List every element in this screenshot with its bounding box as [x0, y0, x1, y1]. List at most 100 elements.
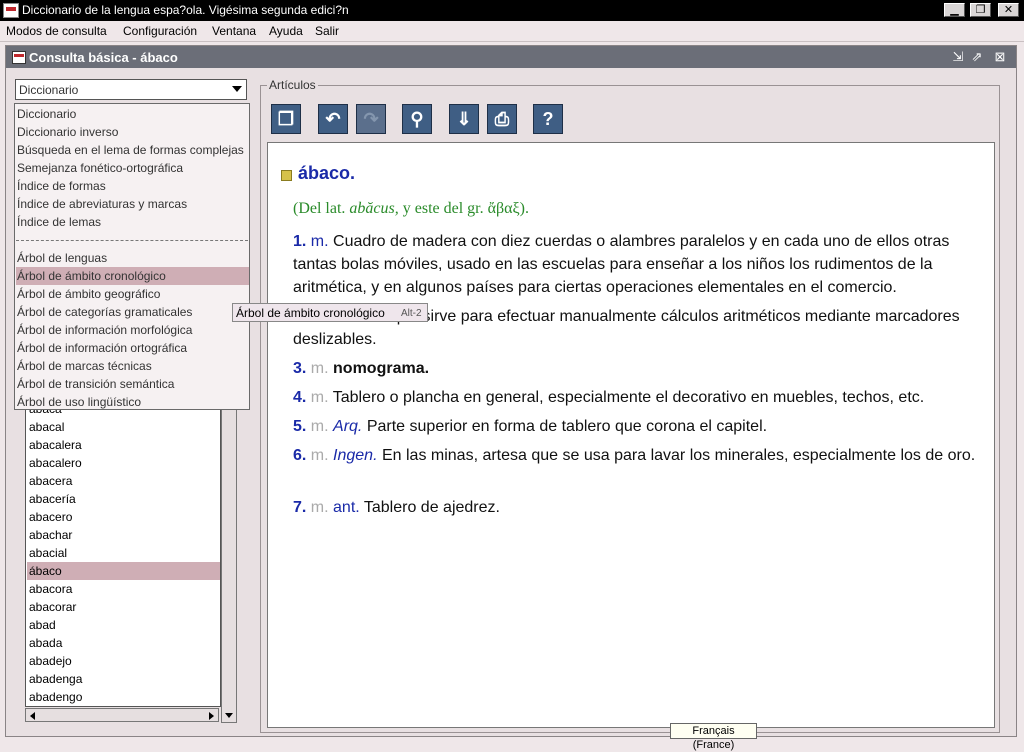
undo-button[interactable]: ↶ [318, 104, 348, 134]
frame-icon [12, 51, 26, 64]
scroll-left-icon[interactable] [30, 712, 35, 720]
app-icon [3, 3, 19, 18]
search-button[interactable]: ⚲ [402, 104, 432, 134]
window-title-bar: Diccionario de la lengua espa?ola. Vigés… [0, 0, 1024, 21]
print-button[interactable]: ⎙ [487, 104, 517, 134]
sense-3: 3. m. nomograma. [293, 357, 983, 380]
sense-text: En las minas, artesa que se usa para lav… [381, 447, 976, 464]
sense-4: 4. m. Tablero o plancha en general, espe… [293, 386, 983, 409]
list-item[interactable]: abacial [27, 544, 220, 562]
headword: ábaco [298, 163, 355, 184]
redo-icon: ↷ [363, 109, 379, 129]
etymology: (Del lat. abăcus, y este del gr. ἄβαξ). [293, 200, 529, 218]
sense-gram[interactable]: m. [311, 499, 329, 516]
mode-dropdown-list[interactable]: Diccionario Diccionario inverso Búsqueda… [14, 103, 250, 410]
word-list[interactable]: abaca abacal abacalera abacalero abacera… [25, 399, 221, 707]
search-icon: ⚲ [410, 109, 424, 129]
sense-gram[interactable]: m. [311, 389, 329, 406]
etymology-suffix: ). [519, 200, 529, 217]
option-busqueda-formas-complejas[interactable]: Búsqueda en el lema de formas complejas [16, 141, 249, 159]
sense-gram[interactable]: m. [311, 447, 329, 464]
list-item[interactable]: abacalero [27, 454, 220, 472]
input-locale-indicator: Français (France) [670, 723, 757, 751]
maximize-frame-icon[interactable]: ⇗ [969, 49, 985, 65]
option-arbol-ortografica[interactable]: Árbol de información ortográfica [16, 339, 249, 357]
help-button[interactable]: ? [533, 104, 563, 134]
option-arbol-marcas-tecnicas[interactable]: Árbol de marcas técnicas [16, 357, 249, 375]
option-indice-lemas[interactable]: Índice de lemas [16, 213, 249, 231]
list-item[interactable]: abada [27, 634, 220, 652]
sense-gram[interactable]: m. [311, 360, 329, 377]
etymology-latin: abăcus, [349, 200, 399, 217]
list-item[interactable]: abacería [27, 490, 220, 508]
option-arbol-lenguas[interactable]: Árbol de lenguas [16, 249, 249, 267]
close-button[interactable]: ✕ [998, 3, 1019, 17]
option-indice-abreviaturas[interactable]: Índice de abreviaturas y marcas [16, 195, 249, 213]
help-icon: ? [542, 109, 554, 129]
scroll-down-icon[interactable] [225, 713, 233, 718]
redo-button[interactable]: ↷ [356, 104, 386, 134]
sense-field[interactable]: Ingen. [333, 447, 377, 464]
list-item[interactable]: abachar [27, 526, 220, 544]
sense-field[interactable]: Arq. [333, 418, 362, 435]
sense-gram[interactable]: m. [311, 418, 329, 435]
list-item[interactable]: abacero [27, 508, 220, 526]
menu-salir[interactable]: Salir [315, 24, 339, 38]
option-arbol-transicion[interactable]: Árbol de transición semántica [16, 375, 249, 393]
restore-frame-icon[interactable]: ⇲ [950, 49, 966, 65]
minimize-button[interactable]: ▁ [944, 3, 965, 17]
menu-ventana[interactable]: Ventana [212, 24, 256, 38]
export-button[interactable]: ⇓ [449, 104, 479, 134]
mode-select[interactable]: Diccionario [15, 79, 247, 100]
list-item[interactable]: abad [27, 616, 220, 634]
article-view[interactable]: ábaco (Del lat. abăcus, y este del gr. ἄ… [267, 142, 995, 728]
menu-ayuda[interactable]: Ayuda [269, 24, 303, 38]
sense-1: 1. m. Cuadro de madera con diez cuerdas … [293, 230, 983, 299]
sense-text: Tablero de ajedrez. [363, 499, 500, 516]
articles-group-label: Artículos [267, 78, 318, 92]
option-indice-formas[interactable]: Índice de formas [16, 177, 249, 195]
maximize-button[interactable]: ❐ [970, 3, 991, 17]
option-semejanza-fonetica[interactable]: Semejanza fonético-ortográfica [16, 159, 249, 177]
list-item[interactable]: abacalera [27, 436, 220, 454]
menu-modos-de-consulta[interactable]: Modos de consulta [6, 24, 107, 38]
sense-number: 3. [293, 360, 307, 377]
list-item[interactable]: abadenga [27, 670, 220, 688]
print-icon: ⎙ [494, 109, 510, 129]
horizontal-scrollbar[interactable] [25, 708, 219, 722]
list-item[interactable]: abacera [27, 472, 220, 490]
list-item[interactable]: abacal [27, 418, 220, 436]
option-arbol-geografico[interactable]: Árbol de ámbito geográfico [16, 285, 249, 303]
scroll-right-icon[interactable] [209, 712, 214, 720]
option-diccionario-inverso[interactable]: Diccionario inverso [16, 123, 249, 141]
sense-gram[interactable]: m. [311, 233, 329, 250]
copy-button[interactable]: ❐ [271, 104, 301, 134]
option-diccionario[interactable]: Diccionario [16, 105, 249, 123]
sense-text[interactable]: nomograma. [333, 360, 429, 377]
sense-5: 5. m. Arq. Parte superior en forma de ta… [293, 415, 983, 438]
list-item[interactable]: abadengo [27, 688, 220, 706]
chevron-down-icon[interactable] [232, 86, 242, 92]
sense-number: 7. [293, 499, 307, 516]
list-item-selected[interactable]: ábaco [27, 562, 220, 580]
list-item[interactable]: abacora [27, 580, 220, 598]
export-icon: ⇓ [456, 109, 472, 129]
mode-select-value: Diccionario [19, 83, 79, 97]
dropdown-separator [16, 240, 248, 241]
menu-configuracion[interactable]: Configuración [123, 24, 197, 38]
option-arbol-morfologica[interactable]: Árbol de información morfológica [16, 321, 249, 339]
vertical-scrollbar[interactable] [221, 399, 237, 723]
close-frame-icon[interactable]: ⊠ [992, 49, 1008, 65]
sense-field[interactable]: ant. [333, 499, 360, 516]
frame-title: Consulta básica - ábaco [29, 50, 178, 65]
sense-text: Parte superior en forma de tablero que c… [366, 418, 768, 435]
option-arbol-cronologico[interactable]: Árbol de ámbito cronológico [16, 267, 249, 285]
sense-7: 7. m. ant. Tablero de ajedrez. [293, 496, 983, 519]
sense-number: 4. [293, 389, 307, 406]
option-arbol-uso[interactable]: Árbol de uso lingüístico [16, 393, 249, 409]
headword-text: ábaco [298, 163, 351, 183]
list-item[interactable]: abacorar [27, 598, 220, 616]
etymology-prefix: (Del lat. [293, 200, 346, 217]
list-item[interactable]: abadejo [27, 652, 220, 670]
option-arbol-categorias[interactable]: Árbol de categorías gramaticales [16, 303, 249, 321]
